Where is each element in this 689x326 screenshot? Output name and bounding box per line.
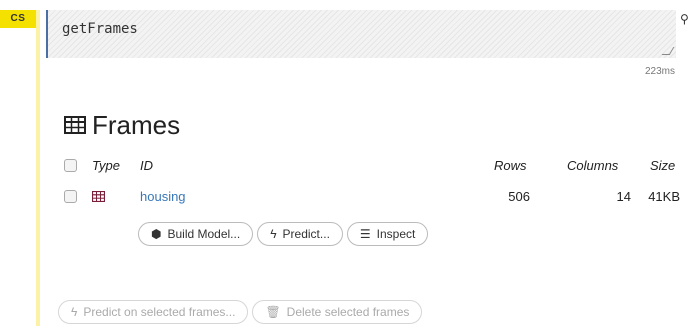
table-grid-icon (64, 110, 86, 141)
frames-heading: Frames (64, 110, 180, 141)
cube-icon: ⬢ (151, 227, 162, 241)
delete-selected-label: Delete selected frames (286, 305, 410, 319)
build-model-label: Build Model... (167, 227, 241, 241)
code-input-text[interactable]: getFrames (62, 21, 138, 37)
column-header-rows: Rows (494, 158, 527, 173)
frames-title: Frames (92, 110, 181, 140)
build-model-button[interactable]: ⬢ Build Model... (138, 222, 254, 246)
table-row: housing 506 14 41KB (64, 187, 684, 207)
resize-handle-icon[interactable] (661, 47, 675, 55)
inspect-label: Inspect (376, 227, 416, 241)
predict-selected-label: Predict on selected frames... (83, 305, 236, 319)
frame-id-link[interactable]: housing (140, 187, 186, 207)
frame-columns-value: 14 (616, 189, 631, 204)
frames-table-header: Type ID Rows Columns Size (64, 156, 684, 176)
predict-button[interactable]: ϟ Predict... (257, 222, 343, 246)
bolt-icon: ϟ (71, 305, 78, 319)
frame-rows-value: 506 (508, 189, 530, 204)
frame-actions: ⬢ Build Model... ϟ Predict... ☰ Inspect (138, 222, 429, 246)
delete-selected-button[interactable]: 🗑 Delete selected frames (252, 300, 423, 324)
column-header-columns: Columns (567, 158, 619, 173)
predict-label: Predict... (282, 227, 330, 241)
column-header-size: Size (650, 158, 676, 173)
trash-icon: 🗑 (265, 305, 281, 319)
bolt-icon: ϟ (270, 227, 277, 241)
predict-selected-button[interactable]: ϟ Predict on selected frames... (58, 300, 249, 324)
inspect-button[interactable]: ☰ Inspect (346, 222, 429, 246)
column-header-id: ID (140, 158, 153, 173)
list-icon: ☰ (359, 227, 371, 241)
cell-type-badge: CS (0, 10, 36, 28)
frame-table-icon (91, 187, 106, 208)
cell-gutter (36, 10, 40, 326)
code-editor[interactable]: getFrames (46, 10, 676, 58)
select-all-checkbox[interactable] (64, 156, 77, 178)
bulk-actions: ϟ Predict on selected frames... 🗑 Delete… (58, 300, 423, 324)
row-checkbox[interactable] (64, 187, 77, 209)
frame-size-value: 41KB (648, 189, 680, 204)
pin-icon[interactable]: ⚲ (680, 12, 689, 26)
column-header-type: Type (92, 158, 120, 173)
execution-time: 223ms (644, 66, 675, 77)
